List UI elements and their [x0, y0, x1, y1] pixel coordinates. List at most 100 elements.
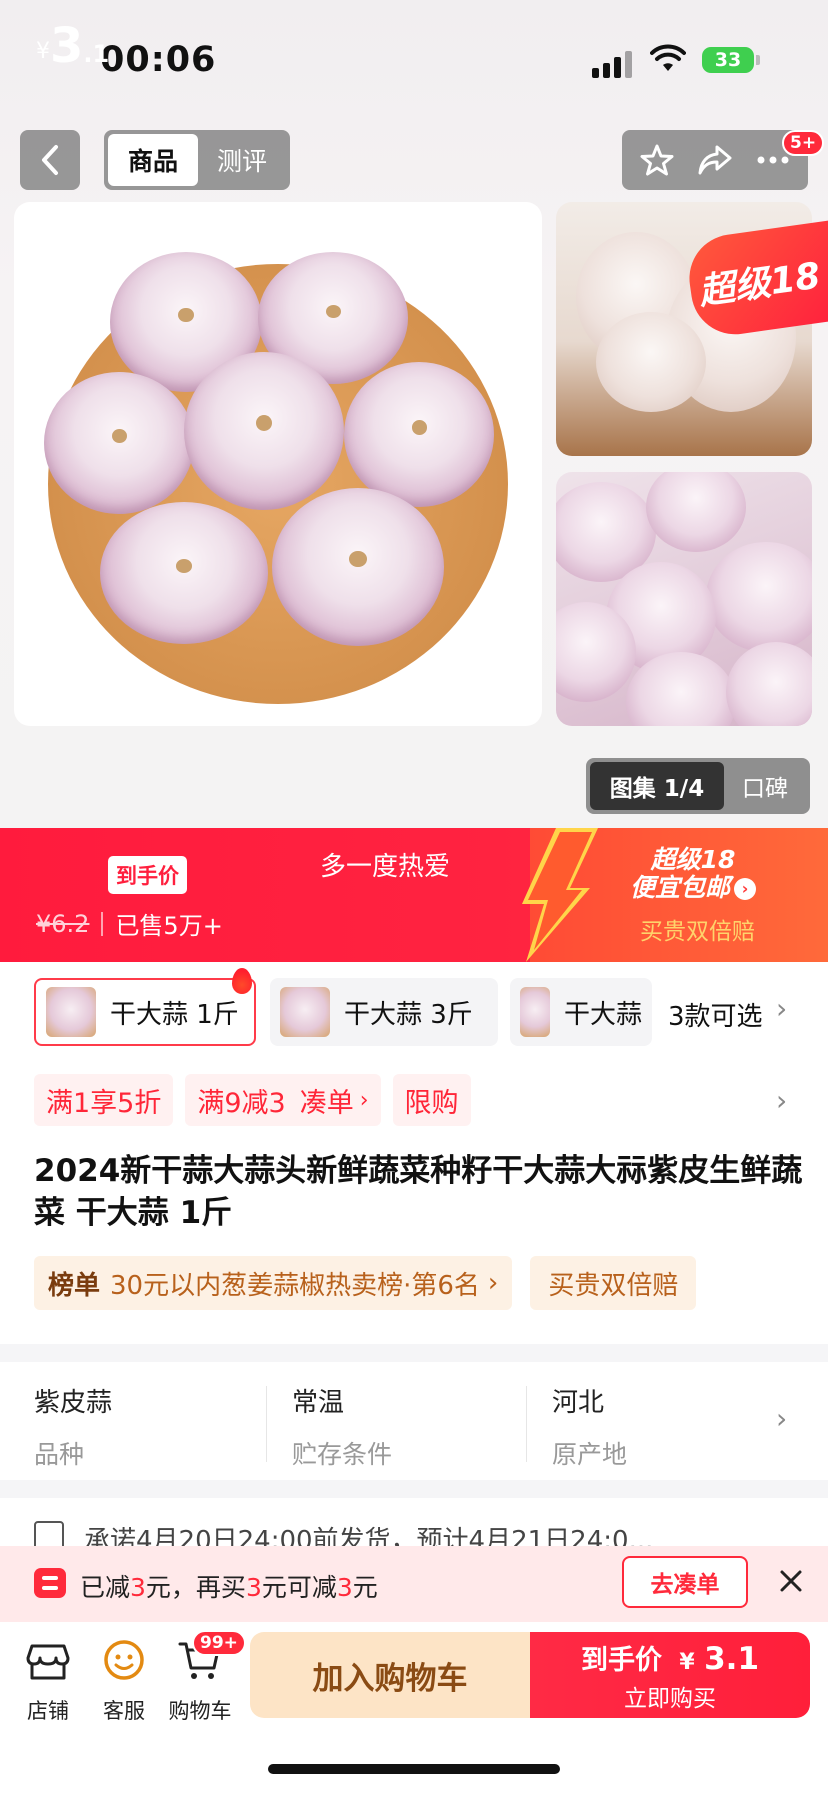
hot-flame-icon [232, 968, 252, 994]
buy-price-value: 3.1 [704, 1640, 760, 1677]
variant-label: 干大蒜 3斤 [344, 999, 473, 1030]
buy-price-line: 到手价 ¥ 3.1 [581, 1638, 759, 1677]
garlic-bulb [44, 372, 194, 514]
ranking-label: 榜单 [48, 1270, 101, 1301]
ranking-badge[interactable]: 榜单 30元以内葱姜蒜椒热卖榜·第6名 › [34, 1256, 513, 1310]
add-more-items-button[interactable]: 去凑单 [622, 1556, 748, 1608]
section-divider [0, 1344, 828, 1362]
store-icon [26, 1644, 70, 1680]
discount-amount: 3 [130, 1573, 146, 1602]
discount-strip: 已减3元，再买3元可减3元 去凑单 [0, 1546, 828, 1622]
discount-text-part: 元 [352, 1573, 378, 1602]
discount-amount: 3 [245, 1573, 262, 1602]
spec-divider [526, 1386, 527, 1462]
variant-selector: 干大蒜 1斤 干大蒜 3斤 干大蒜 3款可选 › [0, 968, 828, 1048]
close-icon[interactable] [774, 1564, 808, 1598]
cart-label: 购物车 [168, 1699, 232, 1723]
variant-thumbnail [520, 987, 550, 1037]
variant-label: 干大蒜 1斤 [110, 999, 239, 1030]
store-tab[interactable]: 店铺 [10, 1636, 86, 1725]
coupon-text: 满9减3 [197, 1087, 286, 1119]
price-currency: ¥ [36, 39, 50, 64]
spec-key: 原产地 [552, 1440, 628, 1469]
discount-amount: 3 [336, 1573, 353, 1602]
thumbnail-image-2[interactable] [556, 472, 812, 726]
product-gallery: 00:06 33 商品 测评 5+ 超级18 图集 1/4 口碑 [0, 0, 828, 828]
chevron-left-icon [42, 145, 58, 175]
variant-chip[interactable]: 干大蒜 3斤 [270, 978, 498, 1046]
discount-text: 已减3元，再买3元可减3元 [80, 1568, 378, 1604]
page-tab-switcher: 商品 测评 [104, 130, 290, 190]
spec-divider [266, 1386, 267, 1462]
lightning-icon [522, 828, 598, 962]
message-count-badge: 5+ [782, 130, 825, 156]
promo-title-line1: 超级18 [650, 845, 736, 874]
sold-count: 已售5万+ [115, 912, 223, 940]
spec-value: 河北 [552, 1388, 605, 1418]
chevron-right-icon: › [776, 1402, 788, 1435]
main-product-image[interactable] [14, 202, 542, 726]
coupon-row[interactable]: 满1享5折 满9减3 凑单 › 限购 [34, 1074, 471, 1126]
discount-text-part: 元可减 [261, 1573, 337, 1602]
spec-value: 常温 [292, 1388, 345, 1418]
spec-item: 紫皮蒜 品种 [34, 1382, 264, 1471]
favorite-star-icon[interactable] [637, 140, 677, 180]
buy-now-label: 立即购买 [624, 1685, 716, 1712]
variant-chip-selected[interactable]: 干大蒜 1斤 [34, 978, 256, 1046]
spec-item: 常温 贮存条件 [292, 1382, 522, 1471]
battery-icon: 33 [702, 47, 760, 73]
tab-review[interactable]: 测评 [198, 142, 286, 178]
home-indicator [268, 1764, 560, 1774]
ranking-row: 榜单 30元以内葱姜蒜椒热卖榜·第6名 › 买贵双倍赔 [34, 1256, 697, 1310]
gallery-tab[interactable]: 图集 1/4 [590, 762, 724, 810]
final-price-tag: 到手价 [108, 856, 187, 894]
back-button[interactable] [20, 130, 80, 190]
customer-service-tab[interactable]: 客服 [86, 1636, 162, 1725]
slogan: 多一度热爱 [320, 852, 451, 882]
more-variants-link[interactable]: 3款可选 [668, 996, 763, 1033]
variant-thumbnail [280, 987, 330, 1037]
spec-value: 紫皮蒜 [34, 1388, 113, 1418]
promo-title[interactable]: 超级18 便宜包邮 › [630, 845, 757, 902]
variant-label: 干大蒜 [563, 999, 642, 1030]
tab-product[interactable]: 商品 [108, 134, 198, 186]
spec-key: 贮存条件 [292, 1440, 393, 1469]
garlic-bulb [272, 488, 444, 646]
final-price: ¥ 3 .1 [36, 22, 109, 70]
cellular-signal-icon [592, 48, 632, 78]
top-actions [622, 130, 808, 190]
spec-row[interactable]: 紫皮蒜 品种 常温 贮存条件 河北 原产地 › [0, 1364, 828, 1480]
spec-item: 河北 原产地 [552, 1382, 782, 1471]
store-label: 店铺 [27, 1699, 69, 1723]
share-icon[interactable] [695, 140, 735, 180]
battery-level: 33 [714, 49, 742, 71]
section-divider [0, 1480, 828, 1498]
discount-text-part: 已减 [80, 1573, 131, 1602]
variant-thumbnail [46, 987, 96, 1037]
status-time: 00:06 [100, 40, 217, 80]
product-title: 2024新干蒜大蒜头新鲜蔬菜种籽干大蒜大祘紫皮生鲜蔬菜 干大蒜 1斤 [34, 1153, 803, 1231]
double-refund-badge[interactable]: 买贵双倍赔 [530, 1256, 697, 1310]
promo-guarantee: 买贵双倍赔 [640, 919, 755, 945]
chevron-right-icon: › [487, 1268, 499, 1298]
buy-now-button[interactable]: 到手价 ¥ 3.1 立即购买 [530, 1632, 810, 1718]
chevron-right-icon: › [776, 1084, 788, 1117]
gallery-switcher: 图集 1/4 口碑 [586, 758, 810, 814]
chevron-right-icon: › [359, 1087, 369, 1113]
coupon-tag: 满9减3 凑单 › [185, 1074, 381, 1126]
garlic-bulb [344, 362, 494, 507]
variant-chip[interactable]: 干大蒜 [510, 978, 652, 1046]
cart-count-badge: 99+ [192, 1630, 246, 1656]
add-to-cart-button[interactable]: 加入购物车 [250, 1632, 530, 1718]
reviews-tab[interactable]: 口碑 [724, 769, 806, 803]
chevron-right-icon: › [734, 878, 757, 900]
price-integer: 3 [50, 18, 84, 74]
coupon-tag: 限购 [392, 1074, 471, 1126]
promo-title-line2: 便宜包邮 [630, 873, 731, 902]
coupon-tag: 满1享5折 [34, 1074, 174, 1126]
status-bar: 00:06 33 [0, 0, 828, 120]
buy-price-currency: ¥ [679, 1649, 695, 1675]
discount-text-part: 元，再买 [145, 1573, 246, 1602]
spec-key: 品种 [34, 1440, 85, 1469]
buy-price-label: 到手价 [580, 1644, 662, 1676]
